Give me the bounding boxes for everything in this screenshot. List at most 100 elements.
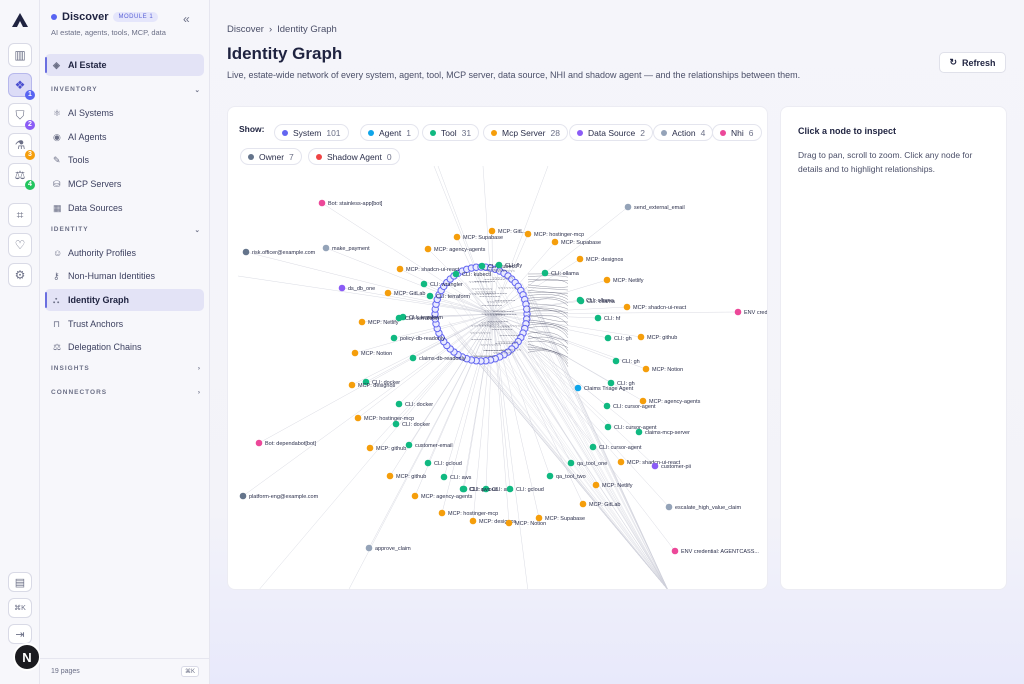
data-node[interactable]: ds_db_one [339,285,376,292]
mcp-node[interactable]: MCP: Netlify [593,482,633,489]
mcp-node[interactable]: MCP: hostinger-mcp [439,510,498,517]
sidebar-item-mcp-servers[interactable]: ⛁ MCP Servers [45,173,204,195]
tool-node[interactable]: CLI: docker [393,421,431,428]
mcp-node[interactable]: MCP: Netlify [604,277,644,284]
owner-node[interactable]: platform-eng@example.com [240,493,319,500]
mcp-node[interactable]: MCP: Notion [352,350,392,357]
tool-node[interactable]: CLI: gcloud [425,460,462,467]
tool-node[interactable]: CLI: docker [396,401,434,408]
sidebar-item-delegation-chains[interactable]: ⚖ Delegation Chains [45,336,204,358]
mcp-node[interactable]: MCP: agency-agents [425,246,486,253]
action-node[interactable]: make_payment [323,245,370,252]
refresh-button[interactable]: ↻ Refresh [939,52,1006,73]
rail-button-ai-estate[interactable]: ❖ 1 [8,73,32,97]
rail-button-logout[interactable]: ⇥ [8,624,32,644]
sidebar-item-data-sources[interactable]: ▦ Data Sources [45,197,204,219]
node-dot [613,358,620,365]
breadcrumb-discover[interactable]: Discover [227,24,264,35]
nhi-node[interactable]: Bot: stainless-app[bot] [319,200,383,207]
section-connectors[interactable]: CONNECTORS › [51,389,201,396]
filter-chip-mcp-server[interactable]: Mcp Server 28 [483,124,568,141]
action-node[interactable]: approve_claim [366,545,411,552]
command-palette-shortcut[interactable]: ⌘K [181,666,199,677]
tool-node[interactable]: claims-db-readonly [410,355,466,362]
tool-node[interactable]: CLI: gh [605,335,632,342]
mcp-node[interactable]: MCP: github [367,445,407,452]
sidebar-item-ai-systems[interactable]: ⚛ AI Systems [45,102,204,124]
sidebar-item-tools[interactable]: ✎ Tools [45,149,204,171]
rail-button-scan[interactable]: ⌗ [8,203,32,227]
mcp-node[interactable]: MCP: Supabase [552,239,601,246]
agent-node[interactable]: Claims Triage Agent [575,385,634,392]
tool-node[interactable]: CLI: ollama [578,298,616,305]
filter-chip-action[interactable]: Action 4 [653,124,713,141]
tool-node[interactable]: CLI: wrangler [421,281,463,288]
filter-chip-system[interactable]: System 101 [274,124,349,141]
nhi-node[interactable]: Bot: dependabot[bot] [256,440,317,447]
filter-chip-shadow-agent[interactable]: Shadow Agent 0 [308,148,400,165]
mcp-node[interactable]: MCP: hostinger-mcp [355,415,414,422]
nhi-node[interactable]: ENV credential [735,309,768,316]
identity-graph-canvas[interactable]: ~~~~~~~~~~~~~~~~~~~~~~~~~~~~~~~~~~~~~~~~… [228,166,768,590]
action-node[interactable]: escalate_high_value_claim [666,504,742,511]
tool-node[interactable]: CLI: aws [460,486,491,493]
sidebar-item-authority-profiles[interactable]: ☺ Authority Profiles [45,242,204,264]
node-dot [396,315,403,322]
mcp-node[interactable]: MCP: github [387,473,427,480]
tool-node[interactable]: CLI: hf [595,315,621,322]
filter-chip-data-source[interactable]: Data Source 2 [569,124,653,141]
tool-node[interactable]: qa_tool_two [547,473,586,480]
mcp-node[interactable]: MCP: hostinger-mcp [525,231,584,238]
tool-node[interactable]: qa_tool_one [568,460,608,467]
mcp-node[interactable]: MCP: designos [349,382,396,389]
tool-node[interactable]: CLI: aws [441,474,472,481]
filter-chip-tool[interactable]: Tool 31 [422,124,479,141]
sidebar-item-ai-estate[interactable]: ◈ AI Estate [45,54,204,76]
tool-node[interactable]: customer-email [406,442,453,449]
sidebar-item-ai-agents[interactable]: ◉ AI Agents [45,126,204,148]
filter-chip-nhi[interactable]: Nhi 6 [712,124,762,141]
mcp-node[interactable]: MCP: agency-agents [412,493,473,500]
sidebar-item-non-human-identities[interactable]: ⚷ Non-Human Identities [45,265,204,287]
sidebar-item-identity-graph[interactable]: ⛬ Identity Graph [45,289,204,311]
rail-button-gear[interactable]: ⚙ [8,263,32,287]
owner-node[interactable]: risk.officer@example.com [243,249,316,256]
node-dot [580,501,587,508]
user-avatar[interactable]: N [13,643,41,671]
tool-node[interactable]: CLI: fly [496,262,523,269]
mcp-node[interactable]: MCP: shadcn-ui-react [397,266,460,273]
tool-node[interactable]: policy-db-readonly [391,335,445,342]
node-dot [578,298,585,305]
rail-button-heart[interactable]: ♡ [8,233,32,257]
mcp-node[interactable]: MCP: GitL.. [489,228,527,235]
command-palette-button[interactable]: ⌘K [8,598,32,618]
rail-button-shield[interactable]: ⛉ 2 [8,103,32,127]
section-identity[interactable]: IDENTITY ⌄ [51,226,201,234]
filter-chip-agent[interactable]: Agent 1 [360,124,419,141]
rail-button-scale[interactable]: ⚖ 4 [8,163,32,187]
section-inventory[interactable]: INVENTORY ⌄ [51,86,201,94]
tool-node[interactable]: CLI: gh [613,358,640,365]
sidebar-item-trust-anchors[interactable]: ⊓ Trust Anchors [45,313,204,335]
node-dot [506,520,513,527]
mcp-node[interactable]: MCP: shadcn-ui-react [624,304,687,311]
mcp-node[interactable]: MCP: GitLab [385,290,426,297]
tool-node[interactable]: CLI: cursor-agent [604,403,656,410]
collapse-sidebar-icon[interactable]: « [183,12,190,26]
mcp-node[interactable]: MCP: Notion [643,366,683,373]
rail-button-flask[interactable]: ⚗ 3 [8,133,32,157]
mcp-node[interactable]: MCP: Netlify [359,319,399,326]
node-label: CLI: gh [614,336,632,342]
rail-button-chart[interactable]: ▥ [8,43,32,67]
filter-chip-owner[interactable]: Owner 7 [240,148,302,165]
mcp-node[interactable]: MCP: Supabase [454,234,503,241]
mcp-node[interactable]: MCP: github [638,334,678,341]
action-node[interactable]: send_external_email [625,204,685,211]
node-dot [577,256,584,263]
mcp-node[interactable]: MCP: GitLab [580,501,621,508]
mcp-node[interactable]: MCP: designos [577,256,624,263]
section-insights[interactable]: INSIGHTS › [51,365,201,372]
module-header[interactable]: Discover MODULE 1 [51,11,158,23]
rail-button-book[interactable]: ▤ [8,572,32,592]
nhi-node[interactable]: ENV credential: AGENTCASS... [672,548,760,555]
